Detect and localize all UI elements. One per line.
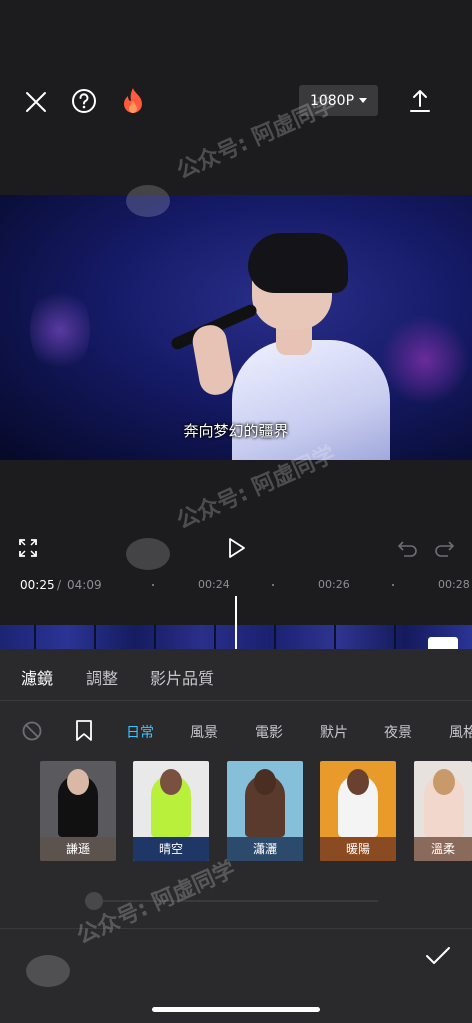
fire-icon[interactable] xyxy=(120,86,146,116)
stage-light xyxy=(380,315,470,405)
tab-adjust[interactable]: 調整 xyxy=(86,665,118,689)
filter-label: 暖陽 xyxy=(320,837,396,861)
playhead[interactable] xyxy=(235,596,237,649)
frame-separator xyxy=(394,625,396,649)
chevron-down-icon xyxy=(359,98,368,103)
timeline-dot xyxy=(392,584,394,586)
export-icon[interactable] xyxy=(406,87,434,115)
frame-separator xyxy=(214,625,216,649)
stage-light xyxy=(30,285,90,375)
total-time: 04:09 xyxy=(67,578,102,592)
tab-video-quality[interactable]: 影片品質 xyxy=(150,665,214,689)
close-icon[interactable] xyxy=(22,88,50,116)
singer-hair xyxy=(248,233,348,293)
undo-icon[interactable] xyxy=(398,538,418,558)
category-movie[interactable]: 電影 xyxy=(255,722,283,742)
category-daily[interactable]: 日常 xyxy=(126,722,154,742)
filter-thumb[interactable]: 暖陽 xyxy=(320,761,396,861)
category-silent-film[interactable]: 默片 xyxy=(320,722,348,742)
current-time: 00:25 xyxy=(20,578,55,592)
add-clip-button[interactable] xyxy=(428,637,458,649)
category-scenery[interactable]: 風景 xyxy=(190,722,218,742)
divider xyxy=(0,700,472,701)
divider xyxy=(0,928,472,929)
bookmark-icon[interactable] xyxy=(75,720,93,742)
fullscreen-icon[interactable] xyxy=(18,538,38,558)
tab-filter[interactable]: 濾鏡 xyxy=(21,665,53,689)
singer-hand xyxy=(190,322,236,398)
filter-thumb[interactable]: 謙遜 xyxy=(40,761,116,861)
singer-shirt xyxy=(232,340,390,460)
filter-thumb[interactable]: 瀟灑 xyxy=(227,761,303,861)
watermark-logo xyxy=(126,185,170,217)
filter-label: 瀟灑 xyxy=(227,837,303,861)
video-subtitle: 奔向梦幻的疆界 xyxy=(183,422,289,440)
timeline-tick: 00:26 xyxy=(318,578,350,591)
timeline-tick: 00:28 xyxy=(438,578,470,591)
category-style[interactable]: 風格 xyxy=(449,722,472,742)
help-icon[interactable] xyxy=(70,87,98,115)
frame-separator xyxy=(334,625,336,649)
filter-label: 謙遜 xyxy=(40,837,116,861)
time-separator: / xyxy=(57,578,62,592)
filter-thumb[interactable]: 溫柔 xyxy=(414,761,472,861)
frame-separator xyxy=(154,625,156,649)
watermark-logo xyxy=(26,955,70,987)
timeline-dot xyxy=(272,584,274,586)
no-filter-icon[interactable] xyxy=(22,721,42,741)
filter-label: 溫柔 xyxy=(414,837,472,861)
checkmark-icon[interactable] xyxy=(424,944,452,968)
filter-label: 晴空 xyxy=(133,837,209,861)
frame-separator xyxy=(34,625,36,649)
watermark-logo xyxy=(126,538,170,570)
redo-icon[interactable] xyxy=(434,538,454,558)
play-icon[interactable] xyxy=(226,537,248,559)
category-night[interactable]: 夜景 xyxy=(384,722,412,742)
frame-separator xyxy=(94,625,96,649)
home-indicator xyxy=(152,1007,320,1012)
timeline-dot xyxy=(152,584,154,586)
video-preview[interactable]: 奔向梦幻的疆界 xyxy=(0,195,472,460)
timeline-tick: 00:24 xyxy=(198,578,230,591)
frame-separator xyxy=(274,625,276,649)
filter-thumb[interactable]: 晴空 xyxy=(133,761,209,861)
